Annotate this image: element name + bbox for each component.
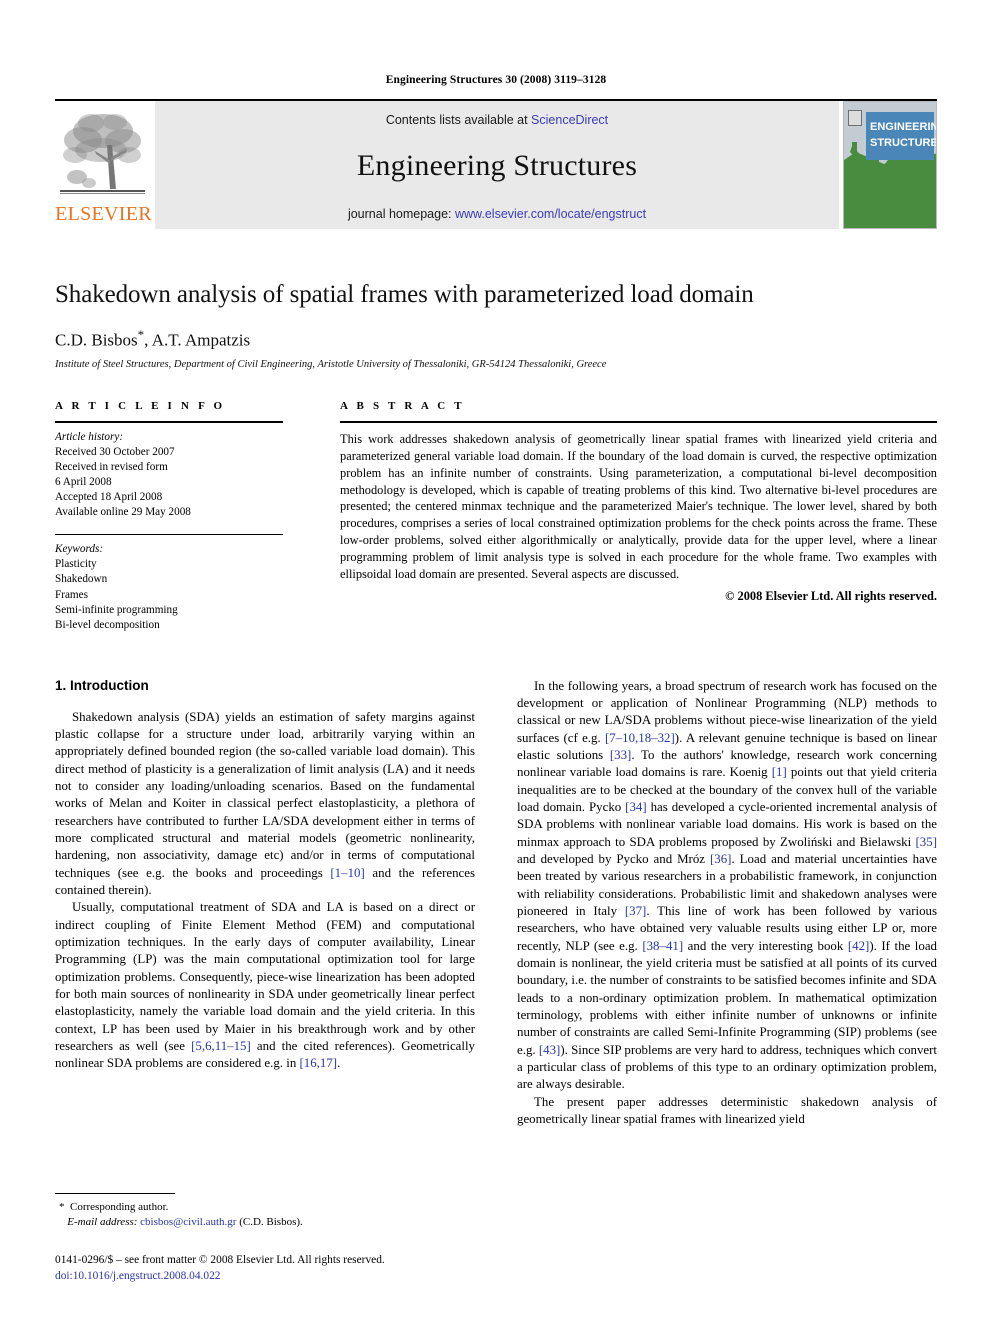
corresponding-author-note: * Corresponding author.: [55, 1200, 475, 1216]
paragraph: Shakedown analysis (SDA) yields an estim…: [55, 709, 475, 897]
citation-reference[interactable]: [1]: [772, 765, 787, 779]
keyword-item: Bi-level decomposition: [55, 619, 160, 632]
citation-reference[interactable]: [42]: [848, 939, 869, 953]
sciencedirect-link[interactable]: ScienceDirect: [531, 113, 608, 127]
article-info-rule: [55, 421, 283, 424]
paragraph: The present paper addresses deterministi…: [517, 1094, 937, 1127]
history-item: Received 30 October 2007: [55, 446, 175, 459]
keywords-rule: [55, 533, 283, 535]
abstract-label: A B S T R A C T: [340, 400, 465, 413]
cover-title-line-2: STRUCTURES: [870, 137, 936, 149]
article-info-column: A R T I C L E I N F O Article history: R…: [55, 400, 283, 633]
paragraph: Usually, computational treatment of SDA …: [55, 900, 475, 1071]
elsevier-wordmark: ELSEVIER: [55, 203, 152, 225]
keyword-item: Plasticity: [55, 557, 97, 570]
imprint-block: 0141-0296/$ – see front matter © 2008 El…: [55, 1253, 475, 1285]
journal-homepage-link[interactable]: www.elsevier.com/locate/engstruct: [455, 207, 646, 221]
email-label: E-mail address:: [67, 1216, 138, 1229]
history-item: Accepted 18 April 2008: [55, 490, 163, 503]
contents-available-line: Contents lists available at ScienceDirec…: [155, 113, 839, 127]
keywords-block: Keywords: Plasticity Shakedown Frames Se…: [55, 542, 283, 634]
body-left-column: 1. Introduction Shakedown analysis (SDA)…: [55, 678, 475, 1073]
issn-front-matter: 0141-0296/$ – see front matter © 2008 El…: [55, 1254, 385, 1267]
citation-reference[interactable]: [37]: [625, 904, 646, 918]
cover-title-line-1: ENGINEERING: [870, 121, 936, 133]
doi-link[interactable]: doi:10.1016/j.engstruct.2008.04.022: [55, 1269, 475, 1285]
elsevier-tree-icon: [60, 114, 145, 194]
section-heading-introduction: 1. Introduction: [55, 677, 149, 693]
paper-page: Engineering Structures 30 (2008) 3119–31…: [0, 0, 992, 1323]
history-item: 6 April 2008: [55, 475, 112, 488]
journal-cover-image: ENGINEERING STRUCTURES: [844, 102, 936, 228]
footnote-rule: [55, 1192, 175, 1194]
citation-reference[interactable]: [35]: [916, 835, 937, 849]
body-right-column: In the following years, a broad spectrum…: [517, 678, 937, 1129]
citation-reference[interactable]: [36]: [710, 852, 731, 866]
asterisk-marker: *: [59, 1200, 70, 1213]
page-title: Shakedown analysis of spatial frames wit…: [55, 281, 754, 308]
citation-reference[interactable]: [16,17]: [300, 1056, 338, 1070]
citation-reference[interactable]: [5,6,11–15]: [191, 1039, 251, 1053]
email-owner: (C.D. Bisbos).: [239, 1216, 303, 1229]
citation-reference[interactable]: [1–10]: [330, 866, 364, 880]
keyword-item: Frames: [55, 588, 88, 601]
abstract-column: A B S T R A C T This work addresses shak…: [340, 400, 937, 604]
citation-reference[interactable]: [7–10,18–32]: [605, 731, 675, 745]
masthead-center-panel: Contents lists available at ScienceDirec…: [155, 101, 839, 229]
author-primary: C.D. Bisbos: [55, 330, 138, 350]
corresponding-author-text: Corresponding author.: [70, 1200, 169, 1213]
paragraph: In the following years, a broad spectrum…: [517, 678, 938, 1092]
info-abstract-row: A R T I C L E I N F O Article history: R…: [55, 400, 937, 633]
article-history-title: Article history:: [55, 431, 124, 444]
footnote-area: * Corresponding author. E-mail address: …: [55, 1192, 475, 1285]
contents-prefix: Contents lists available at: [385, 113, 532, 127]
abstract-copyright: © 2008 Elsevier Ltd. All rights reserved…: [725, 589, 937, 604]
journal-title: Engineering Structures: [356, 149, 638, 182]
elsevier-logo: ELSEVIER: [55, 101, 152, 229]
keywords-title: Keywords:: [55, 542, 104, 555]
body-columns: 1. Introduction Shakedown analysis (SDA)…: [55, 678, 937, 1129]
email-note: E-mail address: cbisbos@civil.auth.gr (C…: [55, 1215, 475, 1231]
citation-reference[interactable]: [34]: [625, 800, 646, 814]
citation-reference[interactable]: [33]: [610, 748, 631, 762]
keyword-item: Shakedown: [55, 573, 108, 586]
affiliation: Institute of Steel Structures, Departmen…: [55, 359, 607, 371]
citation-reference[interactable]: [43]: [539, 1043, 560, 1057]
abstract-rule: [340, 421, 937, 424]
journal-homepage-line: journal homepage: www.elsevier.com/locat…: [155, 207, 839, 221]
journal-masthead: ELSEVIER Contents lists available at Sci…: [55, 99, 937, 229]
title-block: Shakedown analysis of spatial frames wit…: [55, 281, 937, 370]
homepage-prefix: journal homepage:: [347, 207, 455, 221]
article-history-block: Article history: Received 30 October 200…: [55, 430, 283, 519]
email-link[interactable]: cbisbos@civil.auth.gr: [140, 1216, 236, 1228]
history-item: Received in revised form: [55, 460, 168, 473]
abstract-text: This work addresses shakedown analysis o…: [340, 432, 937, 581]
author-list: C.D. Bisbos*, A.T. Ampatzis: [55, 327, 937, 351]
author-secondary: , A.T. Ampatzis: [144, 330, 251, 350]
running-head: Engineering Structures 30 (2008) 3119–31…: [385, 74, 607, 86]
citation-reference[interactable]: [38–41]: [642, 939, 683, 953]
journal-cover-thumbnail: ENGINEERING STRUCTURES: [843, 101, 937, 229]
history-item: Available online 29 May 2008: [55, 505, 191, 518]
article-info-label: A R T I C L E I N F O: [55, 400, 226, 413]
keyword-item: Semi-infinite programming: [55, 603, 178, 616]
